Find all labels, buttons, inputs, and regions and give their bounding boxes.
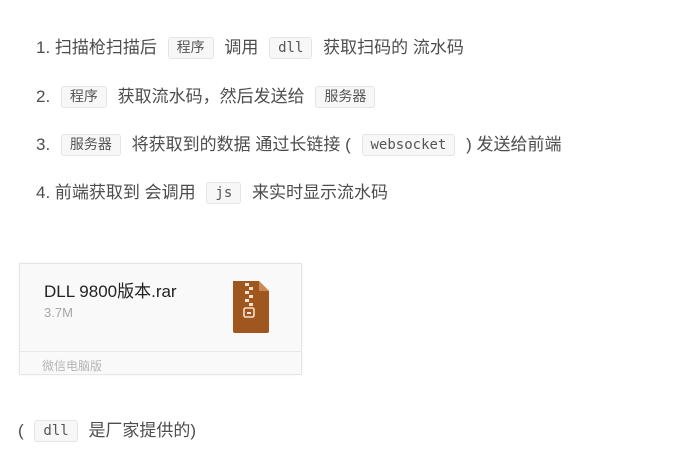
step-text: 来实时显示流水码 — [251, 183, 388, 202]
step-4: 4. 前端获取到 会调用 js 来实时显示流水码 — [36, 181, 388, 205]
inline-code: 服务器 — [315, 86, 376, 108]
step-text: 调用 — [224, 38, 259, 57]
file-size: 3.7M — [44, 305, 73, 320]
inline-code: websocket — [361, 134, 456, 156]
step-1: 1. 扫描枪扫描后 程序 调用 dll 获取扫码的 流水码 — [36, 36, 464, 60]
inline-code: 程序 — [167, 37, 214, 59]
step-text: 将获取到的数据 通过长链接 ( — [131, 135, 351, 154]
step-text: 前端获取到 会调用 — [54, 183, 196, 202]
note-open-paren: ( — [18, 421, 24, 440]
step-text: 获取扫码的 流水码 — [323, 38, 464, 57]
inline-code: js — [206, 182, 242, 204]
file-source-label: 微信电脑版 — [42, 359, 103, 373]
step-number: 3. — [36, 135, 51, 154]
card-divider — [20, 351, 301, 352]
step-text: 扫描枪扫描后 — [54, 38, 157, 57]
step-text: 获取流水码，然后发送给 — [117, 87, 305, 106]
zip-archive-icon — [231, 281, 271, 333]
step-2: 2. 程序 获取流水码，然后发送给 服务器 — [36, 85, 381, 109]
step-3: 3. 服务器 将获取到的数据 通过长链接 ( websocket ) 发送给前端 — [36, 133, 561, 157]
step-number: 4. — [36, 183, 51, 202]
inline-code: dll — [269, 37, 313, 59]
step-number: 2. — [36, 87, 51, 106]
inline-code: 服务器 — [60, 134, 121, 156]
file-name: DLL 9800版本.rar — [44, 282, 177, 301]
dll-note: ( dll 是厂家提供的) — [18, 419, 196, 443]
inline-code: 程序 — [60, 86, 107, 108]
note-text: 是厂家提供的) — [88, 421, 197, 440]
step-number: 1. — [36, 38, 51, 57]
inline-code: dll — [34, 420, 78, 442]
file-attachment-card[interactable]: DLL 9800版本.rar 3.7M 微信电脑版 — [19, 263, 302, 375]
step-text: ) 发送给前端 — [466, 135, 562, 154]
